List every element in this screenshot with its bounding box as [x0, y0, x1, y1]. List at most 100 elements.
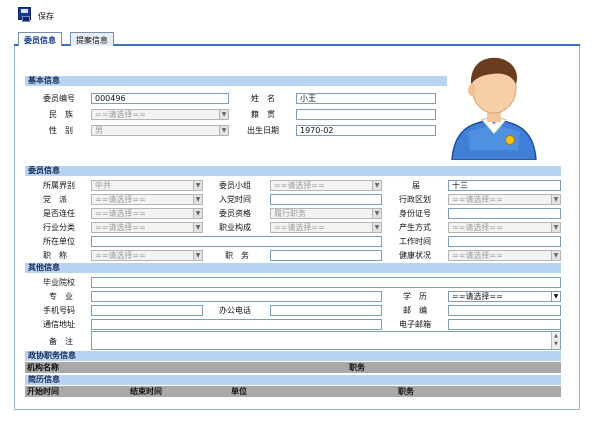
- native-label: 籍 贯: [251, 110, 275, 119]
- district-value: ==请选择==: [452, 195, 503, 204]
- education-label: 学 历: [403, 292, 427, 301]
- sector-label: 所属界别: [43, 181, 75, 190]
- reappoint-value: ==请选择==: [95, 209, 146, 218]
- save-button[interactable]: 保存: [38, 11, 54, 22]
- structure-select[interactable]: ==请选择== ▼: [270, 222, 382, 233]
- user-avatar-icon: [451, 57, 537, 160]
- name-field[interactable]: 小王: [296, 93, 436, 104]
- chevron-down-icon: ▼: [372, 223, 381, 232]
- name-label: 姓 名: [251, 94, 275, 103]
- title-label: 职 称: [43, 251, 67, 260]
- chevron-down-icon: ▼: [551, 195, 560, 204]
- gender-value: 男: [95, 126, 103, 135]
- col-start-time: 开始时间: [27, 387, 59, 396]
- major-field[interactable]: [91, 291, 382, 302]
- chevron-down-icon: ▼: [372, 209, 381, 218]
- position-field[interactable]: [270, 250, 382, 261]
- tab-bar: 委员信息 提案信息: [14, 32, 580, 47]
- health-value: ==请选择==: [452, 251, 503, 260]
- chevron-down-icon: ▼: [554, 341, 558, 347]
- mobile-field[interactable]: [91, 305, 203, 316]
- address-field[interactable]: [91, 319, 382, 330]
- reappoint-select[interactable]: ==请选择== ▼: [91, 208, 203, 219]
- industry-select[interactable]: ==请选择== ▼: [91, 222, 203, 233]
- chevron-up-icon: ▲: [554, 333, 558, 339]
- sector-select[interactable]: 中共 ▼: [91, 180, 203, 191]
- party-label: 党 派: [43, 195, 67, 204]
- work-date-field[interactable]: [448, 236, 561, 247]
- method-label: 产生方式: [399, 223, 431, 232]
- workplace-field[interactable]: [91, 236, 382, 247]
- office-phone-field[interactable]: [270, 305, 382, 316]
- tab-proposal-info[interactable]: 提案信息: [70, 32, 114, 46]
- qualification-label: 委员资格: [219, 209, 251, 218]
- party-select[interactable]: ==请选择== ▼: [91, 194, 203, 205]
- chevron-down-icon: ▼: [193, 195, 202, 204]
- postcode-label: 邮 编: [403, 306, 427, 315]
- sector-value: 中共: [95, 181, 111, 190]
- chevron-down-icon: ▼: [551, 292, 560, 301]
- reappoint-label: 是否连任: [43, 209, 75, 218]
- term-label: 届: [412, 181, 420, 190]
- method-value: ==请选择==: [452, 223, 503, 232]
- col-org-name: 机构名称: [27, 363, 59, 372]
- gender-label: 性 别: [49, 126, 73, 135]
- chevron-down-icon: ▼: [193, 181, 202, 190]
- col-end-time: 结束时间: [130, 387, 162, 396]
- work-date-label: 工作时间: [399, 237, 431, 246]
- email-field[interactable]: [448, 319, 561, 330]
- group-value: ==请选择==: [274, 181, 325, 190]
- structure-value: ==请选择==: [274, 223, 325, 232]
- title-select[interactable]: ==请选择== ▼: [91, 250, 203, 261]
- remarks-textarea[interactable]: [91, 331, 561, 350]
- school-field[interactable]: [91, 277, 561, 288]
- birth-field[interactable]: 1970-02: [296, 125, 436, 136]
- method-select[interactable]: ==请选择== ▼: [448, 222, 561, 233]
- resume-table-header: 开始时间 结束时间 单位 职务: [25, 386, 561, 397]
- industry-label: 行业分类: [43, 223, 75, 232]
- group-select[interactable]: ==请选择== ▼: [270, 180, 382, 191]
- section-resume: 简历信息: [25, 375, 561, 385]
- chevron-down-icon: ▼: [219, 110, 228, 119]
- email-label: 电子邮箱: [399, 320, 431, 329]
- district-label: 行政区划: [399, 195, 431, 204]
- join-date-field[interactable]: [270, 194, 382, 205]
- save-icon[interactable]: [18, 7, 31, 22]
- structure-label: 职业构成: [219, 223, 251, 232]
- col-position: 职务: [398, 387, 414, 396]
- join-date-label: 入党时间: [219, 195, 251, 204]
- ethnicity-select[interactable]: ==请选择== ▼: [91, 109, 229, 120]
- health-select[interactable]: ==请选择== ▼: [448, 250, 561, 261]
- major-label: 专 业: [49, 292, 73, 301]
- address-label: 通信地址: [43, 320, 75, 329]
- district-select[interactable]: ==请选择== ▼: [448, 194, 561, 205]
- col-position: 职务: [349, 363, 365, 372]
- education-select[interactable]: ==请选择== ▼: [448, 291, 561, 302]
- chevron-down-icon: ▼: [551, 223, 560, 232]
- position-label: 职 务: [225, 251, 249, 260]
- remarks-scrollbar[interactable]: ▲ ▼: [551, 332, 560, 349]
- postcode-field[interactable]: [448, 305, 561, 316]
- gender-select[interactable]: 男 ▼: [91, 125, 229, 136]
- tab-member-info[interactable]: 委员信息: [18, 32, 62, 47]
- native-field[interactable]: [296, 109, 436, 120]
- id-field[interactable]: [448, 208, 561, 219]
- title-value: ==请选择==: [95, 251, 146, 260]
- chevron-down-icon: ▼: [193, 251, 202, 260]
- chevron-down-icon: ▼: [372, 181, 381, 190]
- qualification-select[interactable]: 履行职务 ▼: [270, 208, 382, 219]
- section-member-info: 委员信息: [25, 166, 561, 176]
- section-cppcc-positions: 政协职务信息: [25, 351, 561, 361]
- term-field[interactable]: 十三: [448, 180, 561, 191]
- chevron-down-icon: ▼: [219, 126, 228, 135]
- chevron-down-icon: ▼: [193, 209, 202, 218]
- group-label: 委员小组: [219, 181, 251, 190]
- remarks-label: 备 注: [49, 337, 73, 346]
- mobile-label: 手机号码: [43, 306, 75, 315]
- member-no-field[interactable]: 000496: [91, 93, 229, 104]
- cppcc-table-header: 机构名称 职务: [25, 362, 561, 373]
- member-no-label: 委员编号: [43, 94, 75, 103]
- ethnicity-label: 民 族: [49, 110, 73, 119]
- section-other-info: 其他信息: [25, 263, 561, 273]
- chevron-down-icon: ▼: [193, 223, 202, 232]
